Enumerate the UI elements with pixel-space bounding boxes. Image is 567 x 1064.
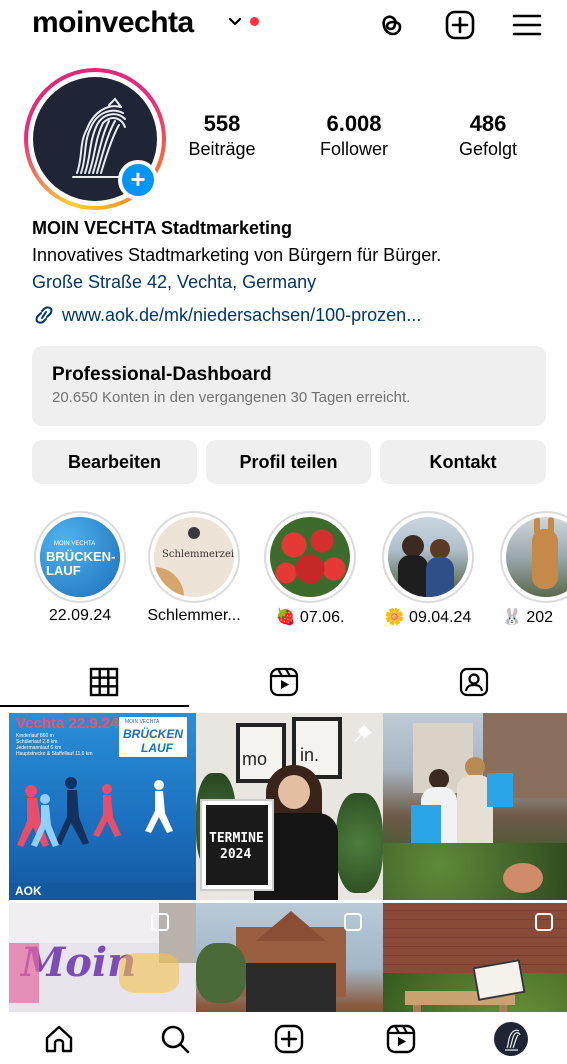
tagged-icon[interactable] — [456, 664, 492, 700]
highlight-item[interactable]: 🌼 09.04.24 — [382, 511, 478, 626]
profile-location[interactable]: Große Straße 42, Vechta, Germany — [32, 272, 316, 293]
highlight-cover — [506, 517, 567, 597]
username[interactable]: moinvechta — [32, 6, 194, 40]
highlight-item[interactable]: MOIN VECHTA BRÜCKEN- LAUF 22.09.24 — [34, 511, 130, 624]
dashboard-title: Professional-Dashboard — [52, 364, 272, 385]
share-profile-button[interactable]: Profil teilen — [206, 440, 371, 484]
post-text: Vechta 22.9.24 — [16, 715, 119, 732]
highlight-cover: Schlemmerzeit — [154, 517, 234, 597]
bottom-navigation — [0, 1012, 567, 1064]
add-story-button[interactable]: + — [118, 160, 158, 200]
post-text: MOIN VECHTA — [125, 719, 160, 725]
active-tab-indicator — [0, 705, 189, 707]
highlight-cover — [270, 517, 350, 597]
highlight-cover-text: BRÜCKEN- — [46, 549, 116, 564]
contact-button[interactable]: Kontakt — [380, 440, 546, 484]
reels-icon[interactable] — [384, 1022, 418, 1056]
following-count: 486 — [469, 111, 507, 136]
dashboard-subtitle: 20.650 Konten in den vergangenen 30 Tage… — [52, 389, 411, 406]
post-text: TERMINE — [209, 831, 264, 846]
highlight-label: 🌼 09.04.24 — [384, 609, 472, 626]
highlight-cover-text: MOIN VECHTA — [54, 541, 96, 547]
highlight-cover-text: Schlemmerzeit — [162, 549, 234, 560]
highlight-item[interactable]: 🐰 202 — [500, 511, 567, 626]
notification-dot — [250, 17, 259, 26]
runners-illustration — [17, 777, 173, 847]
highlight-label: 🍓 07.06. — [275, 609, 345, 626]
post-thumbnail[interactable] — [383, 713, 567, 900]
chevron-down-icon[interactable] — [225, 12, 245, 32]
stat-followers[interactable]: 6.008 Follower — [308, 111, 400, 160]
profile-icon[interactable] — [494, 1022, 528, 1056]
posts-count: 558 — [203, 111, 241, 136]
post-thumbnail[interactable]: Vechta 22.9.24 Kinderlauf 860 m Schülerl… — [9, 713, 196, 900]
highlight-cover: MOIN VECHTA BRÜCKEN- LAUF — [40, 517, 120, 597]
professional-dashboard[interactable]: Professional-Dashboard 20.650 Konten in … — [32, 346, 546, 426]
pin-icon — [354, 725, 372, 742]
followers-count: 6.008 — [326, 111, 382, 136]
create-icon[interactable] — [272, 1022, 306, 1056]
post-text: BRÜCKEN — [123, 727, 183, 741]
profile-link[interactable]: www.aok.de/mk/niedersachsen/100-prozen..… — [32, 305, 421, 326]
post-text: mo — [242, 749, 268, 769]
new-post-icon[interactable] — [443, 8, 477, 42]
stat-following[interactable]: 486 Gefolgt — [448, 111, 528, 160]
reels-tab-icon[interactable] — [266, 664, 302, 700]
post-text: LAUF — [141, 741, 173, 755]
post-thumbnail[interactable]: mo in. TERMINE 2024 — [196, 713, 383, 900]
search-icon[interactable] — [158, 1022, 192, 1056]
highlight-item[interactable]: Schlemmerzeit Schlemmer... — [147, 511, 244, 624]
grid-icon[interactable] — [86, 664, 122, 700]
highlight-cover — [388, 517, 468, 597]
highlight-item[interactable]: 🍓 07.06. — [264, 511, 360, 626]
stat-posts[interactable]: 558 Beiträge — [180, 111, 264, 160]
highlight-label: Schlemmer... — [147, 607, 241, 624]
top-bar: moinvechta — [0, 0, 567, 56]
profile-link-text: www.aok.de/mk/niedersachsen/100-prozen..… — [62, 305, 422, 325]
post-text: AOK — [15, 884, 42, 898]
post-text: in. — [300, 745, 320, 765]
highlight-cover-text: LAUF — [46, 563, 81, 578]
post-text: 2024 — [220, 847, 252, 862]
profile-name: MOIN VECHTA Stadtmarketing — [32, 218, 293, 238]
link-icon — [35, 306, 53, 324]
followers-label: Follower — [319, 139, 389, 159]
threads-icon[interactable] — [374, 8, 408, 42]
posts-label: Beiträge — [188, 139, 256, 159]
menu-icon[interactable] — [510, 8, 544, 42]
post-text: Hauptstrecke & Staffellauf 11,6 km — [16, 751, 93, 757]
highlight-label: 🐰 202 — [502, 609, 554, 626]
profile-bio: Innovatives Stadtmarketing von Bürgern f… — [32, 245, 442, 265]
knight-logo-icon — [505, 1029, 521, 1051]
highlight-label: 22.09.24 — [48, 607, 112, 624]
home-icon[interactable] — [42, 1022, 76, 1056]
following-label: Gefolgt — [458, 139, 518, 159]
edit-profile-button[interactable]: Bearbeiten — [32, 440, 197, 484]
